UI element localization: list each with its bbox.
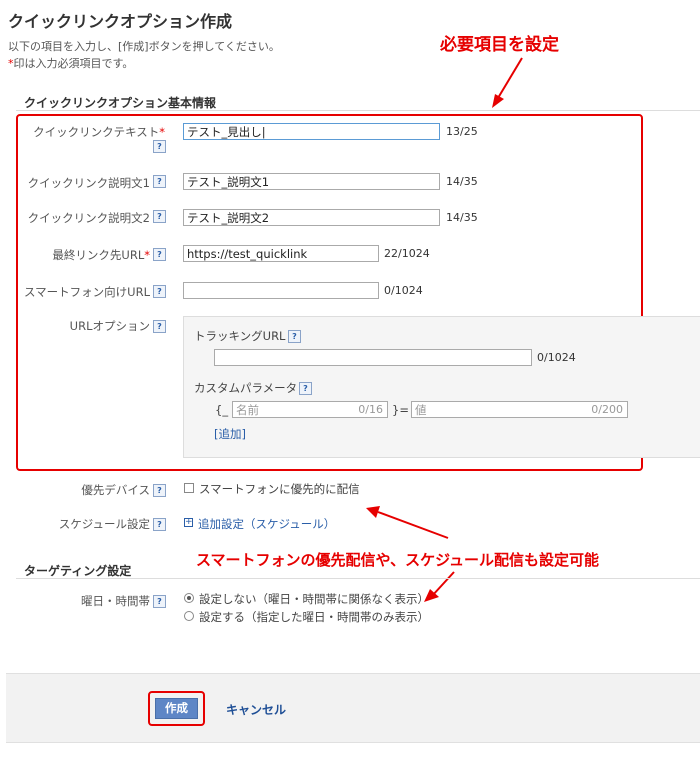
param-value-input[interactable]: 値 0/200 — [411, 401, 628, 418]
cancel-link[interactable]: キャンセル — [226, 701, 286, 718]
label-schedule: スケジュール設定 — [58, 517, 150, 531]
add-param-link[interactable]: [追加] — [214, 426, 246, 442]
page-intro: 以下の項目を入力し、[作成]ボタンを押してください。 *印は入力必須項目です。 — [8, 38, 280, 72]
footer-actions — [6, 673, 700, 743]
param-name-input[interactable]: 名前 0/16 — [232, 401, 388, 418]
radio-no-setting[interactable] — [184, 593, 194, 603]
create-button[interactable]: 作成 — [155, 698, 198, 719]
basic-section-title: クイックリンクオプション基本情報 — [24, 96, 217, 110]
mobile-url-input[interactable] — [183, 282, 379, 299]
help-icon[interactable]: ? — [153, 595, 166, 608]
desc1-input[interactable]: テスト_説明文1 — [183, 173, 440, 190]
intro-line-2: 印は入力必須項目です。 — [13, 57, 134, 70]
label-desc1: クイックリンク説明文1 — [27, 176, 150, 190]
label-final-url: 最終リンク先URL* — [52, 248, 150, 262]
param-prefix: {_ — [215, 403, 229, 417]
priority-device-checkbox[interactable] — [184, 483, 194, 493]
param-eq: }= — [392, 403, 409, 417]
help-icon[interactable]: ? — [288, 330, 301, 343]
desc2-count: 14/35 — [446, 211, 478, 224]
label-day-time: 曜日・時間帯 — [81, 594, 150, 608]
label-priority-device: 優先デバイス — [81, 483, 150, 497]
label-mobile-url: スマートフォン向けURL — [24, 285, 150, 299]
link-text-count: 13/25 — [446, 125, 478, 138]
help-icon[interactable]: ? — [153, 248, 166, 261]
help-icon[interactable]: ? — [153, 210, 166, 223]
tracking-url-input[interactable] — [214, 349, 532, 366]
help-icon[interactable]: ? — [299, 382, 312, 395]
label-link-text: クイックリンクテキスト* — [33, 125, 165, 139]
basic-section-divider — [16, 110, 700, 111]
custom-param-label: カスタムパラメータ — [194, 381, 298, 395]
final-url-input[interactable]: https://test_quicklink — [183, 245, 379, 262]
radio-no-setting-label[interactable]: 設定しない（曜日・時間帯に関係なく表示） — [199, 591, 429, 607]
desc2-input[interactable]: テスト_説明文2 — [183, 209, 440, 226]
help-icon[interactable]: ? — [153, 484, 166, 497]
plus-box-icon[interactable]: + — [184, 518, 193, 527]
help-icon[interactable]: ? — [153, 285, 166, 298]
radio-set[interactable] — [184, 611, 194, 621]
label-url-options: URLオプション — [69, 319, 150, 333]
tracking-url-count: 0/1024 — [537, 351, 576, 364]
tracking-url-label: トラッキングURL — [194, 329, 286, 343]
help-icon[interactable]: ? — [153, 320, 166, 333]
annotation-mobile-schedule: スマートフォンの優先配信や、スケジュール配信も設定可能 — [196, 551, 600, 569]
desc1-count: 14/35 — [446, 175, 478, 188]
help-icon[interactable]: ? — [153, 518, 166, 531]
final-url-count: 22/1024 — [384, 247, 430, 260]
intro-line-1: 以下の項目を入力し、[作成]ボタンを押してください。 — [8, 40, 280, 53]
mobile-url-count: 0/1024 — [384, 284, 423, 297]
help-icon[interactable]: ? — [153, 175, 166, 188]
link-text-input[interactable]: テスト_見出し| — [183, 123, 440, 140]
annotation-arrow-1 — [492, 57, 523, 108]
schedule-add-link[interactable]: 追加設定（スケジュール） — [198, 516, 335, 532]
help-icon[interactable]: ? — [153, 140, 166, 153]
page-title: クイックリンクオプション作成 — [8, 12, 233, 31]
label-desc2: クイックリンク説明文2 — [27, 211, 150, 225]
annotation-required-items: 必要項目を設定 — [440, 35, 559, 55]
priority-device-checkbox-label[interactable]: スマートフォンに優先的に配信 — [199, 481, 360, 497]
targeting-section-title: ターゲティング設定 — [24, 564, 132, 578]
radio-set-label[interactable]: 設定する（指定した曜日・時間帯のみ表示） — [199, 609, 429, 625]
targeting-section-divider — [16, 578, 700, 579]
